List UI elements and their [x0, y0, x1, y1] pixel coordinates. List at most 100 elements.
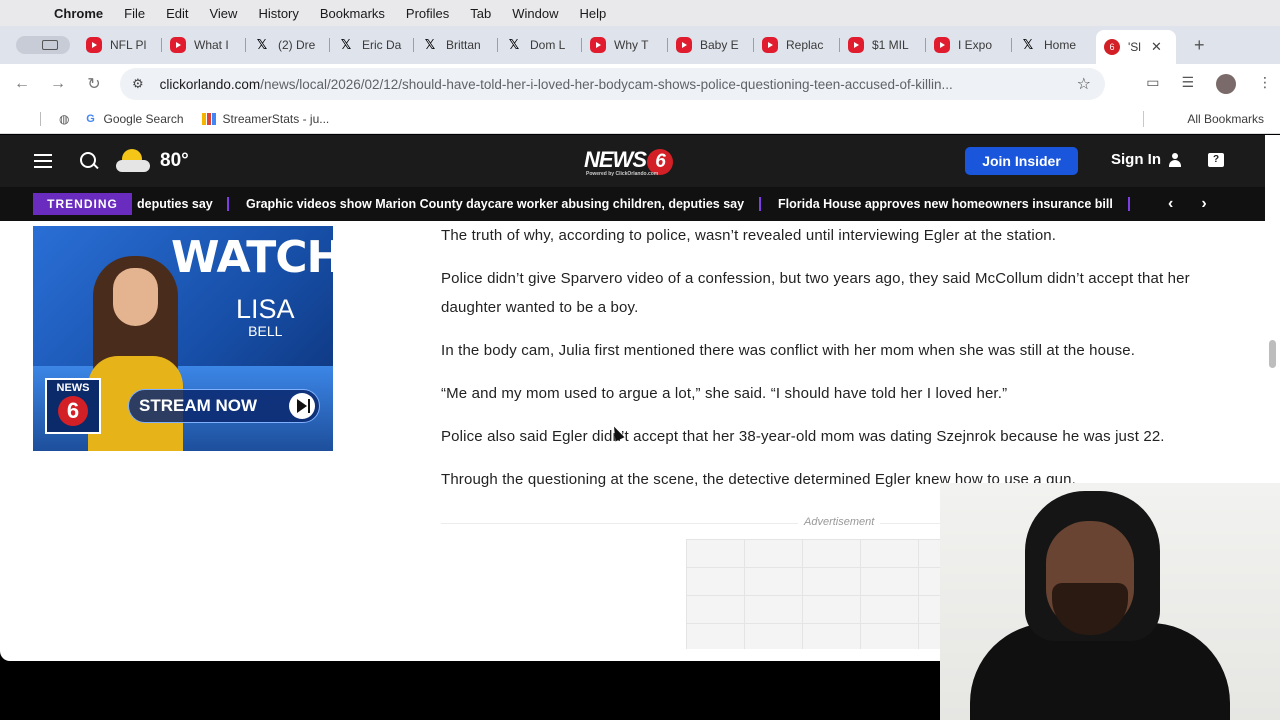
menu-window[interactable]: Window — [512, 6, 558, 21]
advertisement-slot[interactable] — [686, 539, 946, 649]
logo-text: NEWS — [584, 147, 647, 172]
menu-help[interactable]: Help — [580, 6, 607, 21]
mac-menu-bar: Chrome File Edit View History Bookmarks … — [0, 0, 1280, 26]
play-icon — [289, 393, 315, 419]
address-bar[interactable]: ⚙ clickorlando.com/news/local/2026/02/12… — [120, 68, 1105, 100]
tab[interactable]: I Expo — [926, 30, 1012, 60]
menu-file[interactable]: File — [124, 6, 145, 21]
menu-bookmarks[interactable]: Bookmarks — [320, 6, 385, 21]
tab-title: Why T — [614, 38, 649, 52]
globe-icon[interactable]: ◍ — [59, 112, 69, 126]
badge-digit: 6 — [58, 396, 88, 426]
tab-group[interactable] — [8, 30, 78, 60]
person-icon — [1168, 152, 1182, 167]
bookmark-label: Google Search — [103, 111, 184, 126]
profile-avatar[interactable] — [1216, 74, 1236, 94]
hamburger-menu-icon[interactable] — [34, 154, 52, 168]
trending-headline[interactable]: Florida House approves new homeowners in… — [778, 197, 1113, 211]
menu-edit[interactable]: Edit — [166, 6, 188, 21]
trending-headline[interactable]: Graphic videos show Marion County daycar… — [246, 197, 744, 211]
tab-title: NFL Pl — [110, 38, 147, 52]
bookmark-streamerstats[interactable]: StreamerStats - ju... — [201, 112, 329, 126]
screen: Chrome File Edit View History Bookmarks … — [0, 0, 1280, 720]
tab[interactable]: Baby E — [668, 30, 754, 60]
more-menu-icon[interactable]: ⋮ — [1258, 74, 1272, 94]
badge-text: NEWS — [56, 382, 90, 394]
tab-title: Home — [1044, 38, 1077, 52]
tab-search-icon[interactable]: ▭ — [1146, 74, 1159, 94]
stream-promo-image[interactable]: WATCH LISA BELL NEWS 6 STREAM NOW — [33, 226, 333, 451]
anchor-last-name: BELL — [248, 323, 283, 339]
reload-icon[interactable]: ↻ — [76, 74, 112, 94]
logo-subtitle: Powered by ClickOrlando.com — [586, 171, 659, 177]
browser-toolbar: ← → ↻ ⚙ clickorlando.com/news/local/2026… — [0, 64, 1280, 104]
search-icon[interactable] — [80, 152, 98, 170]
bookmark-google-search[interactable]: G Google Search — [83, 112, 183, 126]
bookmarks-bar: ◍ G Google Search StreamerStats - ju... A… — [0, 104, 1280, 134]
chevron-right-icon[interactable]: › — [1201, 195, 1206, 213]
trending-headline[interactable]: deputies say — [137, 197, 213, 211]
tab-title: Baby E — [700, 38, 739, 52]
stream-now-label: STREAM NOW — [139, 396, 258, 415]
weather-widget[interactable]: 80° — [116, 148, 189, 174]
url-path: /news/local/2026/02/12/should-have-told-… — [260, 76, 953, 92]
article-paragraph: The truth of why, according to police, w… — [441, 227, 1057, 244]
ticker-divider — [1128, 197, 1130, 211]
menu-view[interactable]: View — [209, 6, 237, 21]
tab[interactable]: $1 MIL — [840, 30, 926, 60]
tab[interactable]: Why T — [582, 30, 668, 60]
reading-list-icon[interactable]: ☰ — [1181, 74, 1194, 94]
google-icon: G — [86, 112, 95, 125]
tab-strip: NFL Pl What I 𝕏 (2) Dre 𝕏 Eric Da 𝕏 Brittan… — [0, 26, 1280, 64]
advertisement-label: Advertisement — [798, 516, 881, 528]
bookmarks-divider — [1143, 111, 1144, 127]
article-paragraph: In the body cam, Julia first mentioned t… — [441, 342, 1136, 359]
youtube-icon — [170, 37, 186, 53]
news6-icon: 6 — [1104, 39, 1120, 55]
stream-now-button[interactable]: STREAM NOW — [128, 389, 320, 423]
site-header: 80° NEWS 6 Powered by ClickOrlando.com Joi… — [0, 135, 1265, 187]
x-icon: 𝕏 — [1022, 37, 1034, 52]
back-icon[interactable]: ← — [4, 75, 40, 93]
menu-history[interactable]: History — [258, 6, 298, 21]
all-bookmarks[interactable]: All Bookmarks — [1187, 112, 1264, 126]
site-settings-icon[interactable]: ⚙ — [132, 76, 152, 92]
tab[interactable]: 𝕏 Dom L — [498, 30, 582, 60]
menu-tab[interactable]: Tab — [470, 6, 491, 21]
join-insider-button[interactable]: Join Insider — [965, 147, 1078, 175]
x-icon: 𝕏 — [256, 37, 268, 52]
tab-title: Eric Da — [362, 38, 402, 52]
new-tab-icon[interactable]: + — [1194, 35, 1205, 56]
tab-title: Brittan — [446, 38, 481, 52]
article-paragraph: “Me and my mom used to argue a lot,” she… — [441, 385, 1008, 402]
forward-icon[interactable]: → — [40, 75, 76, 93]
chevron-left-icon[interactable]: ‹ — [1168, 195, 1173, 213]
tab-title: What I — [194, 38, 229, 52]
tab-active[interactable]: 6 'Sl ✕ — [1096, 30, 1176, 64]
feedback-icon[interactable]: ? — [1208, 153, 1224, 167]
tab[interactable]: Replac — [754, 30, 840, 60]
youtube-icon — [934, 37, 950, 53]
tab[interactable]: 𝕏 Brittan — [414, 30, 498, 60]
close-tab-icon[interactable]: ✕ — [1151, 39, 1162, 55]
ticker-arrows: ‹ › — [1168, 195, 1207, 213]
youtube-icon — [848, 37, 864, 53]
toolbar-actions: ▭ ☰ ⋮ — [1146, 74, 1272, 94]
scrollbar-thumb[interactable] — [1269, 340, 1276, 368]
promo-watch-text: WATCH — [171, 232, 333, 283]
x-icon: 𝕏 — [340, 37, 352, 52]
menu-app-name[interactable]: Chrome — [54, 6, 103, 21]
tab-title: Replac — [786, 38, 824, 52]
ticker-divider — [227, 197, 229, 211]
sign-in-button[interactable]: Sign In — [1111, 151, 1182, 168]
tab[interactable]: 𝕏 (2) Dre — [246, 30, 330, 60]
news6-logo[interactable]: NEWS 6 Powered by ClickOrlando.com — [584, 147, 673, 177]
tab[interactable]: 𝕏 Eric Da — [330, 30, 414, 60]
tab[interactable]: NFL Pl — [78, 30, 162, 60]
x-icon: 𝕏 — [424, 37, 436, 52]
tab[interactable]: 𝕏 Home — [1012, 30, 1096, 60]
bookmark-star-icon[interactable]: ☆ — [1077, 74, 1091, 94]
tab-title: (2) Dre — [278, 38, 316, 52]
menu-profiles[interactable]: Profiles — [406, 6, 449, 21]
tab[interactable]: What I — [162, 30, 246, 60]
